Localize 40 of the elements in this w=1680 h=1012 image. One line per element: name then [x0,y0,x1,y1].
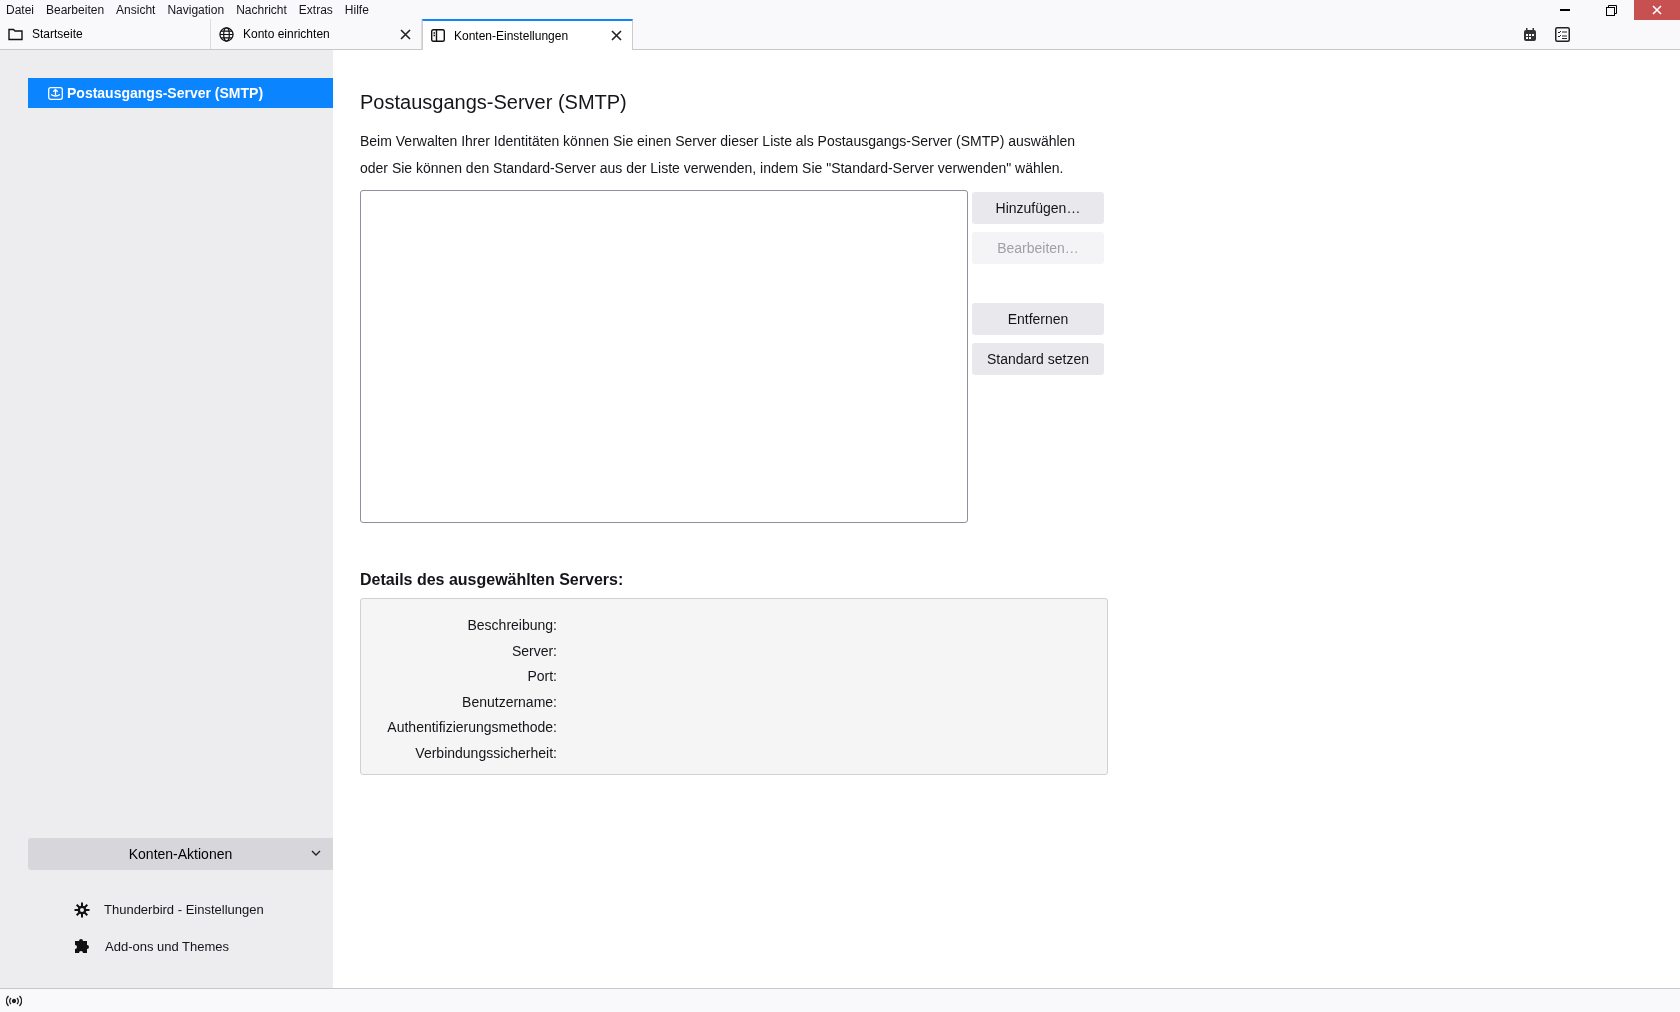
close-icon[interactable] [610,30,622,41]
settings-link[interactable]: Thunderbird - Einstellungen [104,900,264,920]
outbox-icon [48,86,63,100]
menu-item[interactable]: Navigation [161,1,231,19]
task-list-icon[interactable] [1555,27,1570,42]
online-status-icon[interactable] [6,994,22,1007]
detail-label: Verbindungssicherheit: [414,743,557,763]
detail-label: Beschreibung: [466,616,557,635]
account-actions-button[interactable]: Konten-Aktionen [28,838,333,870]
tab[interactable]: Konten-Einstellungen [422,19,633,50]
menu-item[interactable]: Hilfe [338,1,375,19]
menu-item[interactable]: Datei [0,1,40,19]
page-title: Postausgangs-Server (SMTP) [360,90,628,114]
details-heading: Details des ausgewählten Servers: [360,570,625,590]
settings-link[interactable]: Add-ons und Themes [105,936,230,956]
folder-icon [8,27,23,41]
close-icon[interactable] [399,28,411,40]
sidebar-item[interactable]: Postausgangs-Server (SMTP) [28,78,333,108]
menu-item[interactable]: Bearbeiten [40,1,111,19]
calendar-icon[interactable] [1523,27,1537,42]
minimize-icon [1560,9,1570,11]
close-icon [1652,5,1662,15]
action-button[interactable]: Standard setzen [972,343,1104,375]
gear-icon [74,901,90,918]
menu-item[interactable]: Ansicht [110,1,162,19]
menu-item[interactable]: Extras [292,1,339,19]
description-text: Beim Verwalten Ihrer Identitäten können Sie einen Server dieser Liste als Postausgangs-Server (SMTP) auswählen oder Sie können den Standard-Server aus der Liste verwenden, indem Sie "Standard-Server verwenden" wählen. [360,132,1077,178]
globe-icon [219,26,234,42]
action-button[interactable]: Hinzufügen… [972,192,1104,224]
panel-icon [431,29,445,42]
restore-icon [1605,4,1617,16]
detail-label: Authentifizierungsmethode: [386,718,557,737]
chevron-down-icon [311,850,321,856]
puzzle-icon [74,938,91,955]
detail-label: Benutzername: [461,692,557,712]
detail-label: Server: [510,641,557,661]
detail-label: Port: [526,667,557,686]
tab[interactable]: Startseite [0,19,211,49]
menu-item[interactable]: Nachricht [230,1,293,19]
action-button[interactable]: Entfernen [972,303,1104,335]
